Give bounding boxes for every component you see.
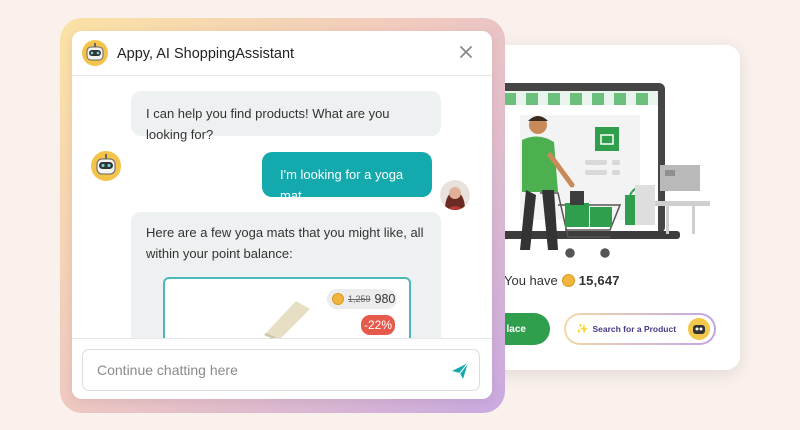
point-balance: You have 15,647	[504, 273, 620, 288]
bot-message: I can help you find products! What are y…	[131, 91, 441, 142]
coin-icon	[332, 293, 344, 305]
bot-message-text: Here are a few yoga mats that you might …	[146, 225, 424, 261]
chat-title: Appy, AI ShoppingAssistant	[117, 46, 295, 62]
store-card: You have 15,647 lace ✨ Search for a Prod…	[470, 45, 740, 370]
price-badge: 1,259 980	[327, 289, 397, 309]
store-illustration	[480, 83, 710, 258]
robot-avatar-icon	[82, 40, 108, 66]
user-message: I'm looking for a yoga mat.	[262, 152, 432, 203]
search-product-label: Search for a Product	[592, 324, 677, 334]
balance-value: 15,647	[578, 273, 620, 288]
coin-icon	[561, 274, 575, 287]
close-icon[interactable]	[458, 44, 474, 60]
message-list: I can help you find products! What are y…	[72, 76, 492, 338]
search-product-button[interactable]: ✨ Search for a Product	[564, 313, 716, 345]
place-order-label: lace	[506, 323, 526, 335]
robot-avatar-icon	[688, 318, 710, 340]
product-card[interactable]: 1,259 980 -22%	[163, 277, 411, 338]
sparkle-icon: ✨	[576, 323, 589, 335]
old-price: 1,259	[348, 294, 371, 304]
chat-window: Appy, AI ShoppingAssistant I can help yo…	[72, 31, 492, 399]
composer	[72, 338, 492, 399]
chat-input[interactable]	[82, 349, 480, 391]
balance-label: You have	[504, 273, 558, 288]
yoga-mat-image	[264, 301, 310, 338]
robot-avatar-icon	[91, 151, 121, 181]
user-avatar	[440, 180, 470, 210]
discount-badge: -22%	[361, 315, 395, 335]
send-icon[interactable]	[450, 361, 470, 381]
new-price: 980	[374, 292, 396, 306]
chat-header: Appy, AI ShoppingAssistant	[72, 31, 492, 76]
